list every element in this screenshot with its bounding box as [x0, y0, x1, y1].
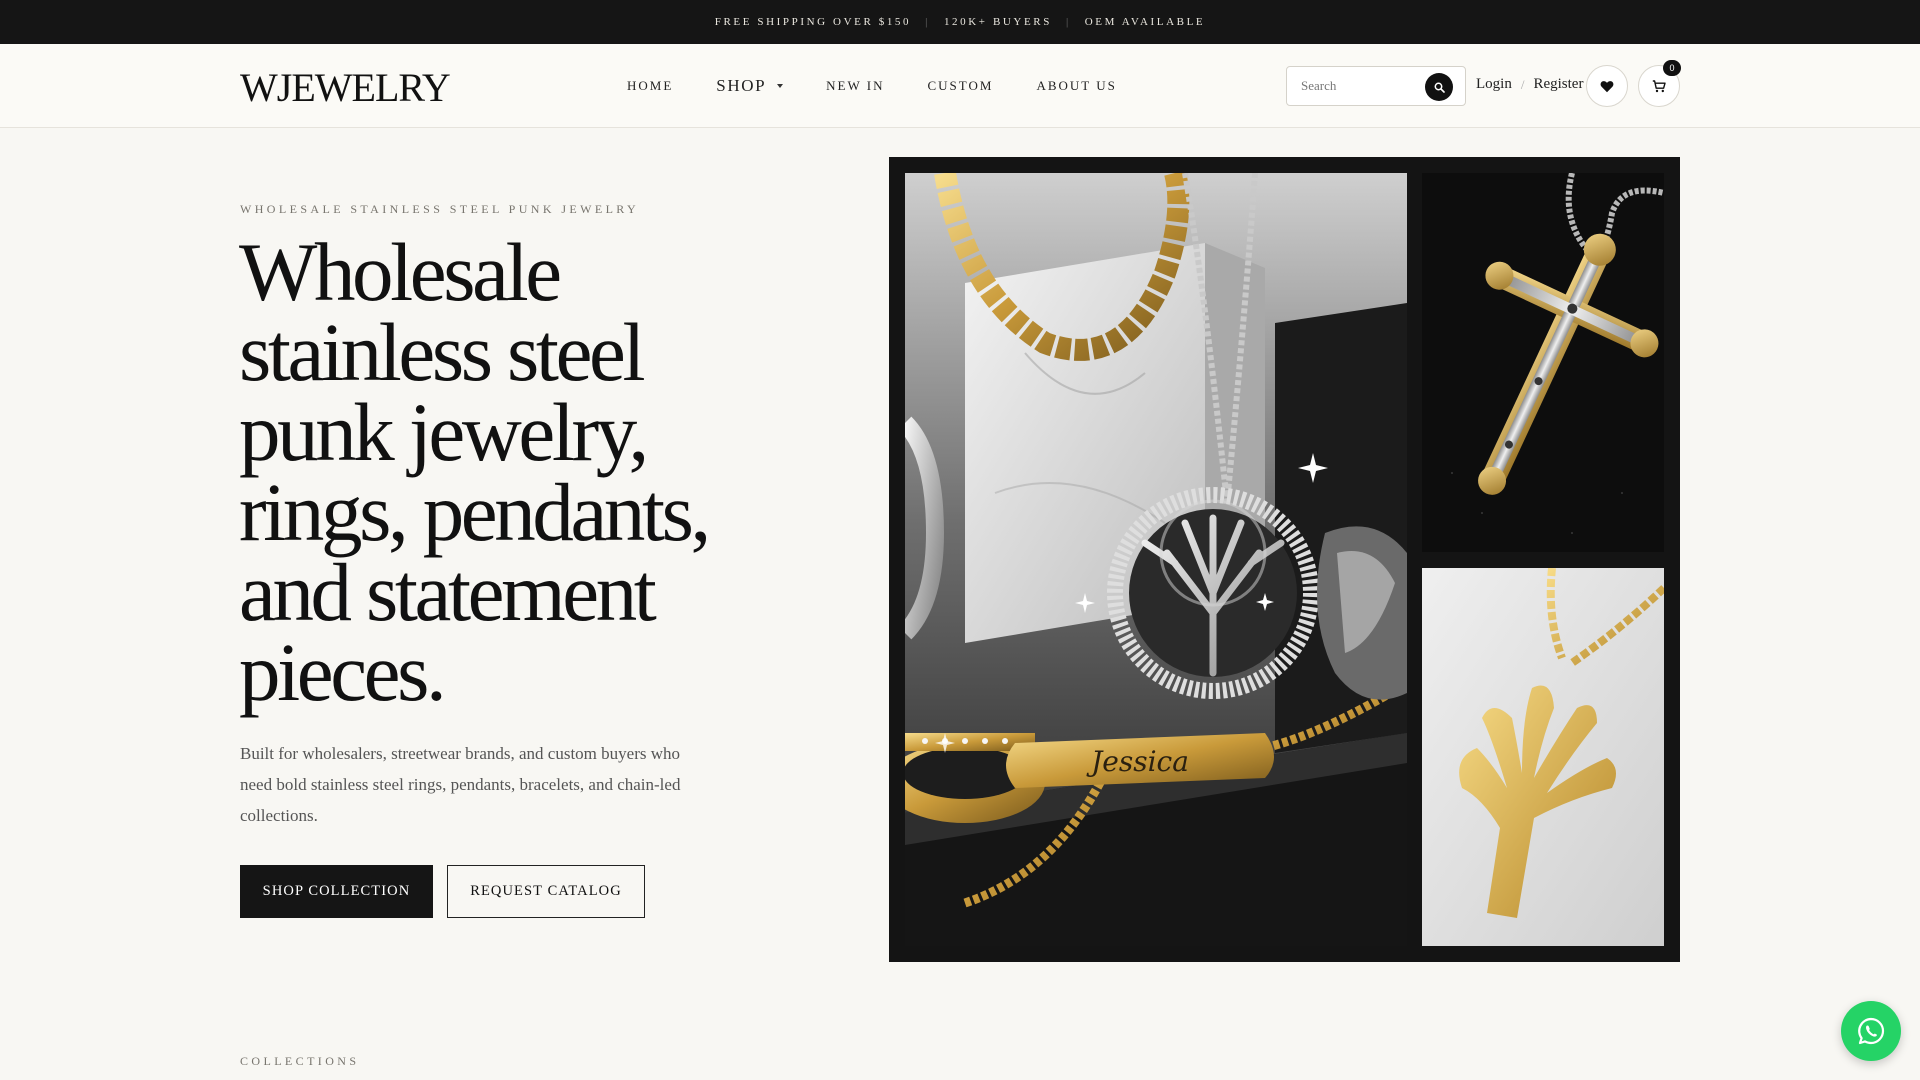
nav-home-label: HOME — [627, 78, 674, 93]
announcement-buyers: 120K+ BUYERS — [943, 16, 1052, 28]
announcement-separator: | — [925, 16, 930, 28]
hero-headline: Wholesale stainless steel punk jewelry, … — [239, 226, 711, 718]
nav-new-in-label: NEW IN — [826, 78, 885, 93]
nav-about-us[interactable]: ABOUT US — [1036, 78, 1116, 94]
cart-icon — [1652, 79, 1666, 92]
search-box — [1286, 66, 1466, 106]
account-links: Login / Register — [1476, 76, 1583, 93]
announcement-bar: FREE SHIPPING OVER $150 | 120K+ BUYERS |… — [0, 0, 1920, 44]
nav-custom-label: CUSTOM — [927, 78, 994, 93]
wishlist-button[interactable] — [1586, 65, 1628, 107]
announcement-separator: | — [1065, 16, 1071, 28]
nav-custom[interactable]: CUSTOM — [928, 78, 994, 94]
request-catalog-button[interactable]: REQUEST CATALOG — [447, 865, 645, 918]
search-button[interactable] — [1425, 73, 1453, 101]
product-photo-gold-tree-pendant[interactable] — [1422, 568, 1664, 946]
site-header: WJEWELRY HOME SHOP NEW IN CUSTOM ABOUT U… — [0, 44, 1920, 128]
engraving-text: Jessica — [1086, 745, 1189, 778]
login-link[interactable]: Login — [1476, 76, 1512, 93]
site-logo[interactable]: WJEWELRY — [240, 64, 451, 111]
cart-button[interactable]: 0 — [1638, 60, 1681, 107]
announcement-oem: OEM AVAILABLE — [1084, 16, 1206, 28]
nav-shop[interactable]: SHOP — [716, 76, 784, 96]
nav-shop-label: SHOP — [716, 76, 767, 95]
main-nav: HOME SHOP NEW IN CUSTOM ABOUT US — [627, 44, 1160, 128]
announcement-free-shipping: FREE SHIPPING OVER $150 — [714, 16, 912, 28]
heart-icon — [1600, 80, 1614, 92]
shop-collection-button[interactable]: SHOP COLLECTION — [240, 865, 433, 918]
hero-eyebrow: WHOLESALE STAINLESS STEEL PUNK JEWELRY — [240, 202, 640, 216]
hero-gallery: Jessica — [889, 157, 1680, 962]
whatsapp-button[interactable] — [1841, 1001, 1901, 1061]
nav-home[interactable]: HOME — [627, 78, 673, 94]
product-photo-cross-pendant[interactable] — [1422, 173, 1664, 552]
cart-count-badge: 0 — [1663, 60, 1681, 76]
search-input[interactable] — [1287, 67, 1427, 105]
register-link[interactable]: Register — [1533, 76, 1583, 93]
nav-about-us-label: ABOUT US — [1036, 78, 1117, 93]
account-separator: / — [1520, 76, 1525, 92]
hero-description: Built for wholesalers, streetwear brands… — [240, 744, 681, 825]
nav-new-in[interactable]: NEW IN — [826, 78, 884, 94]
chevron-down-icon — [777, 84, 784, 88]
whatsapp-icon — [1858, 1017, 1885, 1045]
search-icon — [1434, 82, 1445, 93]
collections-label: COLLECTIONS — [240, 1054, 360, 1068]
product-photo-tree-of-life-pendant[interactable]: Jessica — [905, 173, 1407, 946]
